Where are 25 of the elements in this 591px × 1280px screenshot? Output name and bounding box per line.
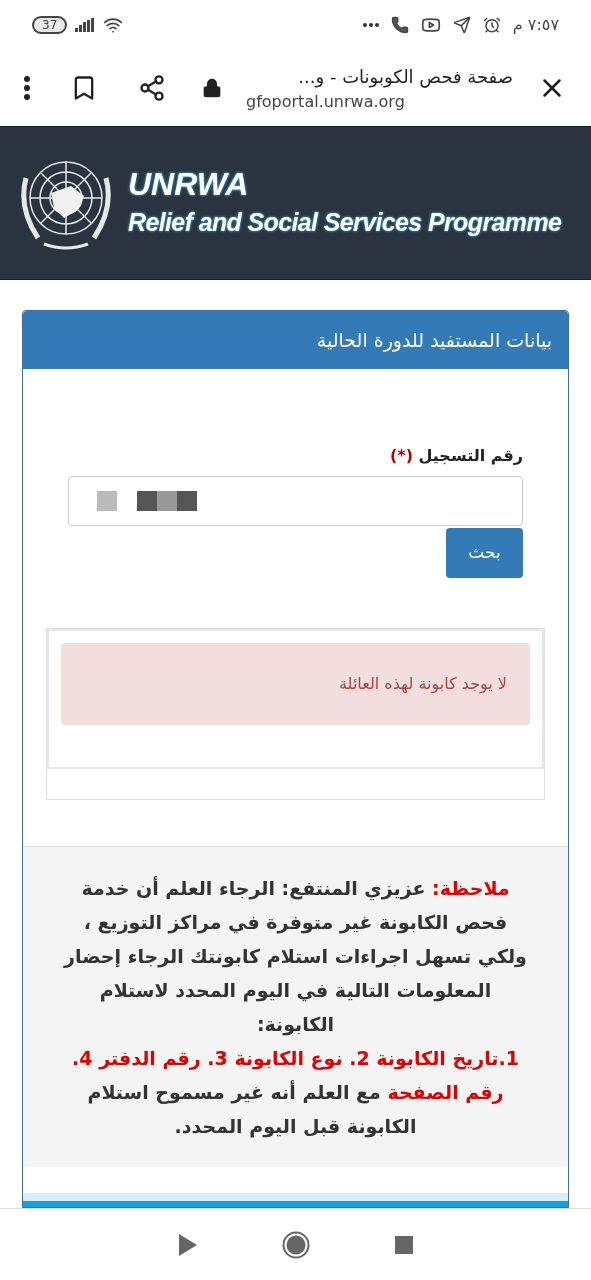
note-text: ملاحظة: عزيزي المنتفع: الرجاء العلم أن خدمة فحص الكابونة غير متوفرة في مراكز التوزيع ، ولكي تسهل اجراءات استلام كابونتك الرجاء إحضار المعلومات التالية في اليوم المحدد لاستلام الكابونة: 1.تاريخ الكابونة 2. نوع الكابونة 3. رقم الدفتر 4. رقم الصفحة مع العلم أنه غير مسموح استلام الكابونة قبل اليوم المحدد. [63,875,528,1140]
play-icon[interactable] [178,1233,197,1256]
video-icon [420,15,441,35]
clock-time: ٧:٥٧ م [512,14,559,36]
send-icon [452,16,471,34]
banner-subtitle: Relief and Social Services Programme [128,207,562,239]
alert-message: لا يوجد كابونة لهذه العائلة [61,643,530,725]
page-title: صفحة فحص الكوبونات - و... [298,64,513,90]
banner-title: UNRWA [128,165,250,205]
signal-icon [75,18,96,32]
stop-icon[interactable] [394,1235,413,1254]
panel-title: بيانات المستفيد للدورة الحالية [316,327,552,354]
alarm-icon [482,16,501,34]
search-button[interactable]: بحث [446,528,523,578]
registration-number-field[interactable] [68,476,523,526]
lock-icon [202,78,222,98]
battery-level: 37 [32,16,68,34]
more-icon [362,23,379,27]
share-icon [138,74,166,102]
field-label: رقم التسجيل (*) [389,445,523,467]
home-icon[interactable] [281,1230,310,1259]
page-url: gfoportal.unrwa.org [246,90,405,113]
phone-icon [390,16,409,34]
wifi-icon [103,15,124,35]
dots-icon [24,76,30,100]
